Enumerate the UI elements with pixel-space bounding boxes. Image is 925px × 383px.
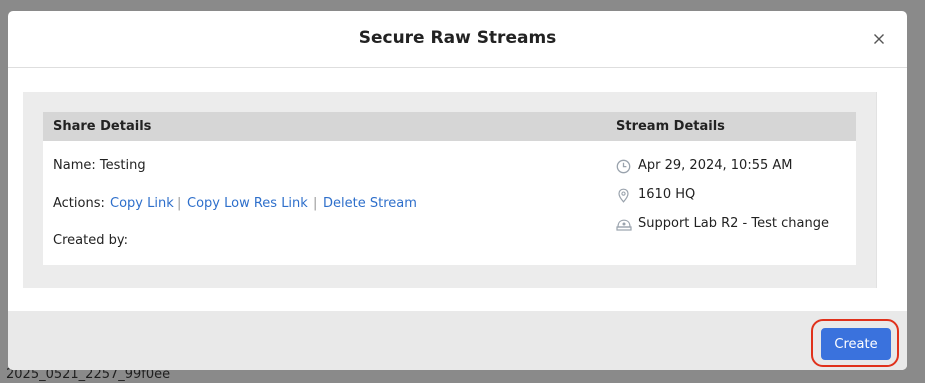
copy-low-res-link[interactable]: Copy Low Res Link <box>187 196 308 211</box>
details-header: Share Details Stream Details <box>43 112 856 141</box>
share-name: Name: Testing <box>53 158 146 173</box>
separator: | <box>177 196 182 211</box>
separator: | <box>313 196 318 211</box>
created-by-label: Created by: <box>53 233 128 248</box>
secure-raw-streams-modal: Secure Raw Streams Share Details Stream … <box>8 11 907 370</box>
stream-panel: Share Details Stream Details Name: Testi… <box>23 92 877 288</box>
modal-footer: Create <box>8 311 907 370</box>
stream-datetime: Apr 29, 2024, 10:55 AM <box>638 158 793 173</box>
stream-camera: Support Lab R2 - Test change <box>638 216 829 231</box>
delete-stream-link[interactable]: Delete Stream <box>323 196 417 211</box>
modal-header: Secure Raw Streams <box>8 11 907 68</box>
actions-label: Actions: <box>53 196 105 211</box>
modal-title: Secure Raw Streams <box>358 28 557 48</box>
scrollbar[interactable] <box>876 92 890 288</box>
stream-location: 1610 HQ <box>638 187 696 202</box>
copy-link[interactable]: Copy Link <box>110 196 174 211</box>
details-body: Name: Testing Actions: Copy Link | Copy … <box>43 141 856 265</box>
create-button[interactable]: Create <box>821 328 891 360</box>
stream-details-heading: Stream Details <box>616 119 725 134</box>
share-details-heading: Share Details <box>53 119 152 134</box>
close-icon[interactable] <box>870 30 888 48</box>
